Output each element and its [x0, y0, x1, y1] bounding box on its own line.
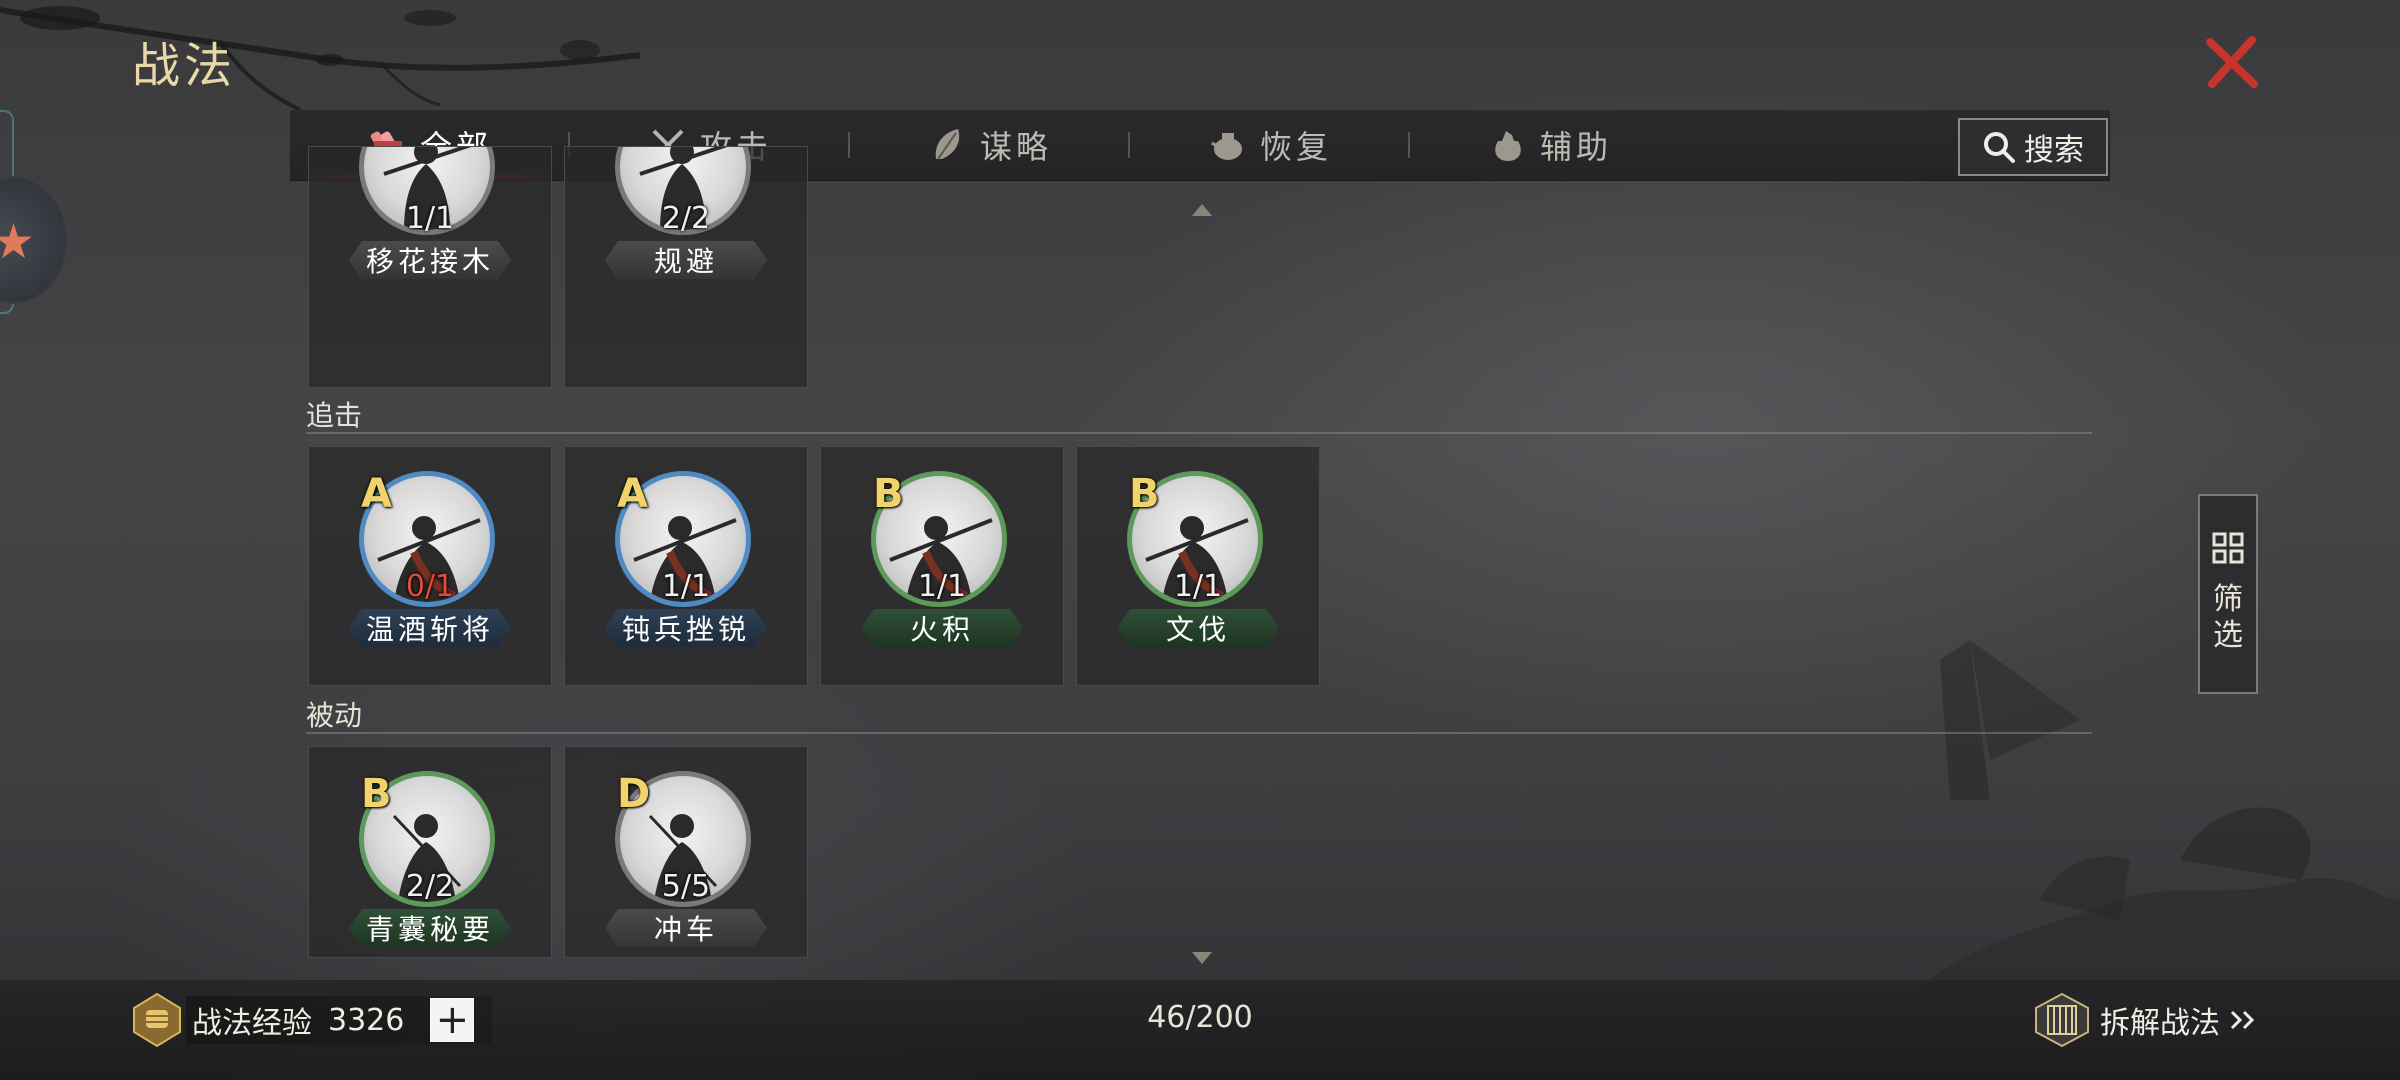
filter-label: 筛选 — [2213, 582, 2243, 653]
exp-label: 战法经验 — [192, 1006, 312, 1041]
tactic-name: 青囊秘要 — [349, 909, 511, 947]
double-chevron-right-icon — [2230, 1010, 2255, 1030]
tab-label: 恢复 — [1259, 128, 1332, 166]
tactic-count: 5/5 — [661, 869, 711, 904]
grade-badge: B — [361, 771, 392, 817]
page-title: 战法 — [132, 38, 237, 94]
tactic-name: 文伐 — [1117, 609, 1279, 647]
tactic-count: 2/2 — [661, 201, 711, 236]
tactic-name: 冲车 — [605, 909, 767, 947]
tab-label: 辅助 — [1539, 128, 1612, 166]
tactic-card[interactable]: B 1/1 文伐 — [1076, 446, 1320, 686]
close-icon[interactable] — [2200, 30, 2264, 94]
medicine-pot-icon — [1211, 133, 1242, 160]
tactic-count: 1/1 — [661, 569, 711, 604]
add-exp-button[interactable]: + — [430, 998, 475, 1042]
grade-badge: B — [873, 471, 904, 517]
tactic-card[interactable]: 2/2 规避 — [564, 146, 808, 388]
dismantle-tactic-button[interactable]: 拆解战法 — [2034, 992, 2258, 1048]
tactic-exp-panel: 战法经验 3326 + — [132, 992, 493, 1048]
filter-button[interactable]: 筛选 — [2198, 494, 2258, 694]
tactic-capacity: 46/200 — [1147, 1000, 1253, 1035]
section-label-pursuit: 追击 — [306, 399, 363, 432]
tactic-name: 钝兵挫锐 — [605, 609, 767, 647]
scroll-down-indicator-icon — [1192, 952, 1212, 964]
exp-value: 3326 — [328, 1002, 405, 1038]
tactic-name: 火积 — [861, 609, 1023, 647]
search-label: 搜索 — [2024, 133, 2084, 168]
tab-recovery[interactable]: 恢复 — [1130, 110, 1410, 180]
grid-icon — [2212, 532, 2244, 564]
pouch-icon — [1495, 131, 1521, 161]
grade-badge: D — [617, 771, 651, 817]
dismantle-label: 拆解战法 — [2100, 1006, 2220, 1041]
side-shortcut-button[interactable]: ★ — [0, 176, 68, 304]
grade-badge: A — [617, 471, 648, 517]
grade-badge: B — [1129, 471, 1160, 517]
tactic-card[interactable]: B 1/1 火积 — [820, 446, 1064, 686]
grade-badge: A — [361, 471, 392, 517]
exp-display: 战法经验 3326 + — [186, 996, 493, 1044]
tab-strategy[interactable]: 谋略 — [850, 110, 1130, 180]
section-label-passive: 被动 — [306, 699, 363, 732]
battle-silhouette-decoration — [1880, 640, 2400, 1020]
tactic-count: 1/1 — [1173, 569, 1223, 604]
exp-fist-icon — [133, 992, 181, 1048]
tactic-name: 移花接木 — [349, 241, 511, 279]
tactic-count: 0/1 — [405, 569, 455, 604]
feather-fan-icon — [935, 129, 960, 160]
star-icon: ★ — [0, 214, 35, 270]
tab-label: 谋略 — [979, 128, 1052, 166]
tactic-name: 温酒斩将 — [349, 609, 511, 647]
tactic-count: 1/1 — [405, 201, 455, 236]
search-icon — [1984, 132, 2015, 163]
tactic-card[interactable]: B 2/2 青囊秘要 — [308, 746, 552, 958]
tactic-card[interactable]: 1/1 移花接木 — [308, 146, 552, 388]
tactic-count: 1/1 — [917, 569, 967, 604]
tactic-count: 2/2 — [405, 869, 455, 904]
tactic-card[interactable]: A 0/1 温酒斩将 — [308, 446, 552, 686]
tactic-card[interactable]: D 5/5 冲车 — [564, 746, 808, 958]
tab-support[interactable]: 辅助 — [1410, 110, 1690, 180]
tactic-name: 规避 — [605, 241, 767, 279]
scroll-up-indicator-icon — [1192, 204, 1212, 216]
section-divider — [306, 732, 2092, 734]
category-tab-bar: 全部 攻击 谋略 恢复 辅助 — [290, 110, 2110, 181]
section-divider — [306, 432, 2092, 434]
search-button[interactable]: 搜索 — [1958, 118, 2108, 176]
dismantle-icon — [2035, 992, 2089, 1048]
tactic-card[interactable]: A 1/1 钝兵挫锐 — [564, 446, 808, 686]
